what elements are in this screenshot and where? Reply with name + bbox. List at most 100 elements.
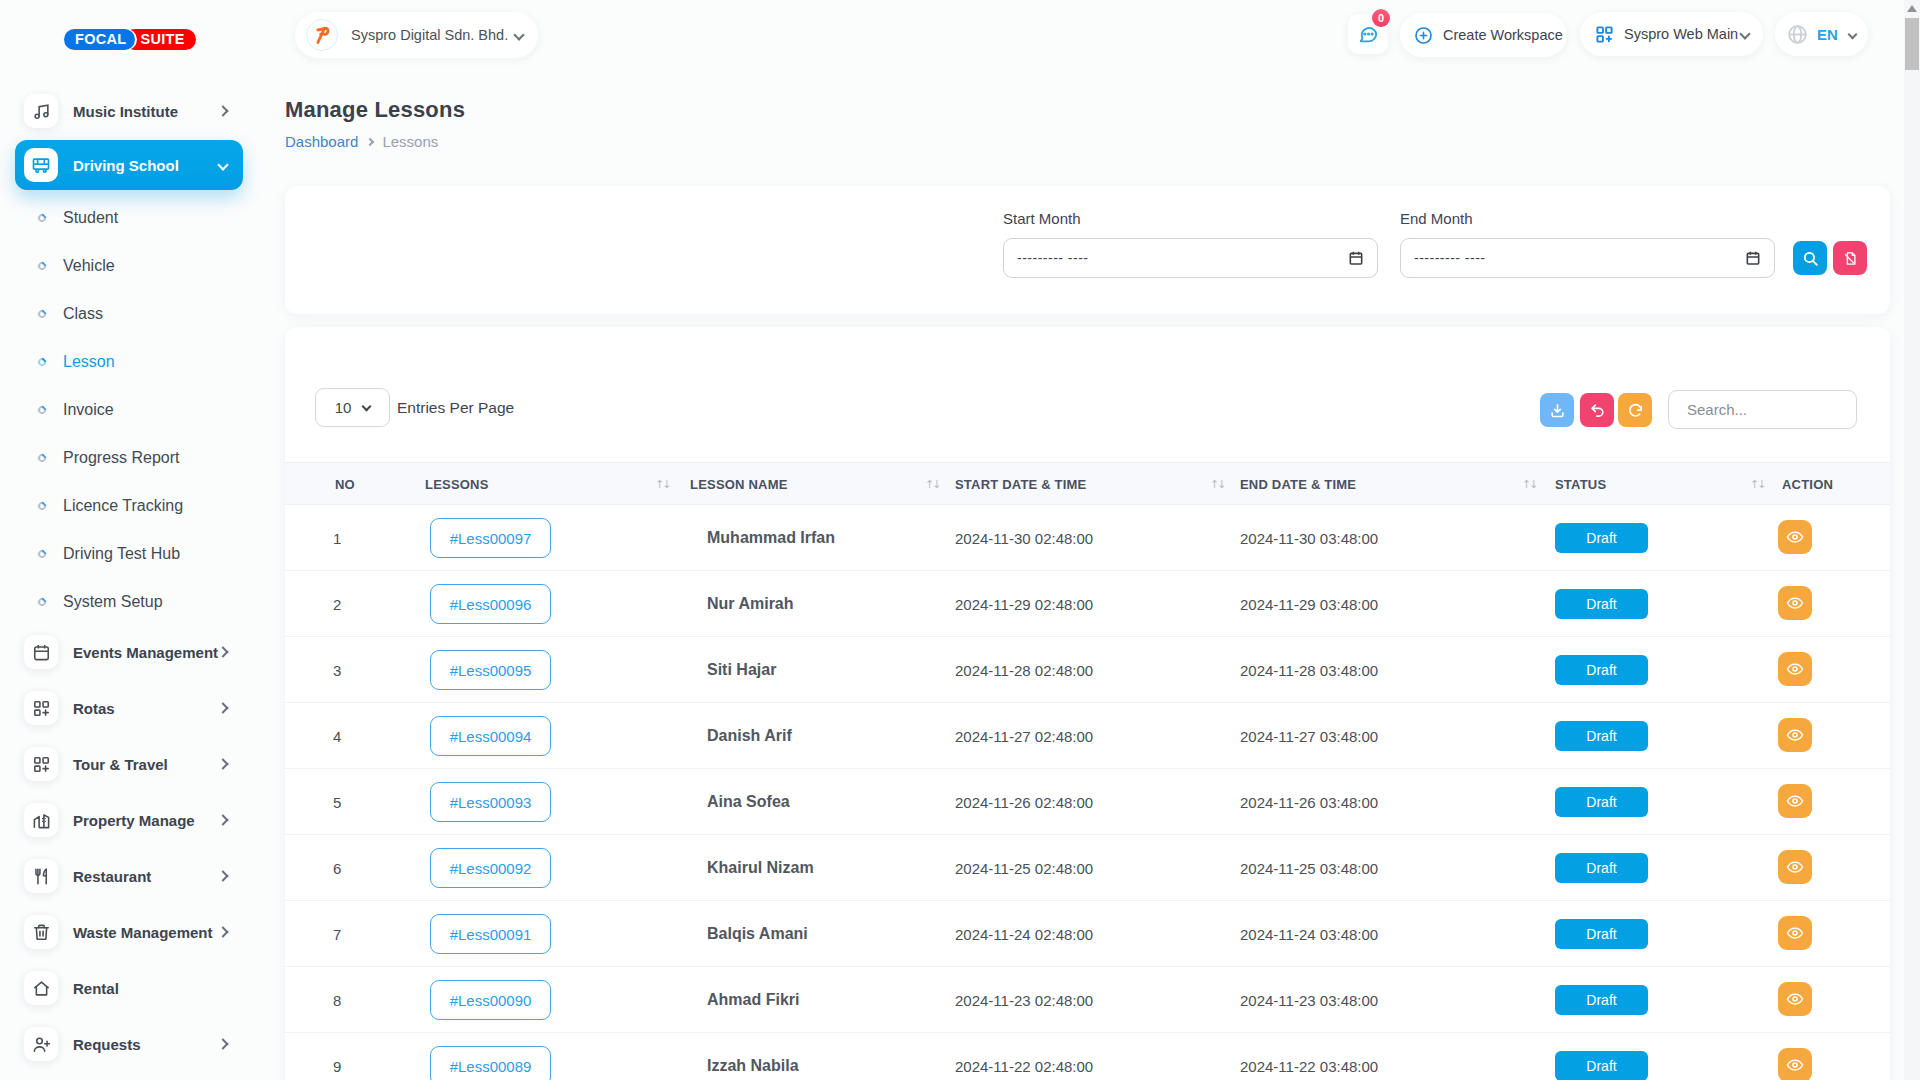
breadcrumb-dashboard-link[interactable]: Dashboard — [285, 133, 358, 150]
calendar-icon — [1745, 250, 1761, 266]
scrollbar-up-arrow-icon[interactable] — [1907, 5, 1917, 12]
eye-icon — [1786, 990, 1804, 1008]
sidebar-item-rotas[interactable]: Rotas — [15, 683, 243, 733]
sort-icon[interactable]: ↑↓ — [655, 463, 669, 506]
column-header-start-date-time[interactable]: START DATE & TIME — [955, 463, 1086, 506]
cell-end-date: 2024-11-24 03:48:00 — [1240, 901, 1378, 967]
sort-icon[interactable]: ↑↓ — [1522, 463, 1536, 506]
column-header-end-date-time[interactable]: END DATE & TIME — [1240, 463, 1356, 506]
music-note-icon — [24, 94, 58, 128]
cell-end-date: 2024-11-26 03:48:00 — [1240, 769, 1378, 835]
end-month-input[interactable]: --------- ---- — [1400, 238, 1775, 278]
status-dot-icon — [36, 404, 47, 415]
sidebar-item-events-management[interactable]: Events Management — [15, 627, 243, 677]
sidebar-subitem-vehicle[interactable]: Vehicle — [0, 252, 258, 280]
app-switcher[interactable]: Syspro Web Main — [1580, 12, 1763, 56]
refresh-icon — [1627, 402, 1644, 419]
lesson-id-button[interactable]: #Less00090 — [430, 980, 551, 1020]
sidebar-item-music-institute[interactable]: Music Institute — [15, 86, 243, 136]
column-header-lessons[interactable]: LESSONS — [425, 463, 489, 506]
view-action-button[interactable] — [1778, 586, 1812, 620]
sort-icon[interactable]: ↑↓ — [925, 463, 939, 506]
cell-lesson-name: Ahmad Fikri — [707, 967, 799, 1033]
entries-per-page-select[interactable]: 10 — [315, 388, 390, 427]
status-badge: Draft — [1555, 919, 1648, 949]
sidebar-item-property-manage[interactable]: Property Manage — [15, 795, 243, 845]
sidebar-subitem-driving-test-hub[interactable]: Driving Test Hub — [0, 540, 258, 568]
trash-icon — [24, 915, 58, 949]
breadcrumb: Dashboard Lessons — [285, 133, 438, 150]
grid-plus-icon — [24, 691, 58, 725]
cell-end-date: 2024-11-22 03:48:00 — [1240, 1033, 1378, 1080]
lesson-id-button[interactable]: #Less00094 — [430, 716, 551, 756]
sidebar-item-driving-school[interactable]: Driving School — [15, 140, 243, 190]
cell-lesson-name: Nur Amirah — [707, 571, 794, 637]
refresh-button[interactable] — [1618, 393, 1652, 427]
sidebar-item-requests[interactable]: Requests — [15, 1019, 243, 1069]
table-row: 2 #Less00096 Nur Amirah 2024-11-29 02:48… — [285, 571, 1890, 637]
lesson-id-button[interactable]: #Less00091 — [430, 914, 551, 954]
status-badge: Draft — [1555, 589, 1648, 619]
view-action-button[interactable] — [1778, 652, 1812, 686]
cell-start-date: 2024-11-24 02:48:00 — [955, 901, 1093, 967]
sidebar-subitem-class[interactable]: Class — [0, 300, 258, 328]
sidebar-subitem-lesson[interactable]: Lesson — [0, 348, 258, 376]
eye-icon — [1786, 660, 1804, 678]
language-selector[interactable]: EN — [1775, 12, 1868, 56]
cell-lesson-name: Izzah Nabila — [707, 1033, 799, 1080]
create-workspace-label: Create Workspace — [1443, 27, 1563, 43]
view-action-button[interactable] — [1778, 850, 1812, 884]
end-month-label: End Month — [1400, 210, 1473, 227]
cell-start-date: 2024-11-27 02:48:00 — [955, 703, 1093, 769]
chat-badge: 0 — [1372, 9, 1390, 27]
workspace-logo-icon — [306, 19, 338, 51]
lesson-id-button[interactable]: #Less00093 — [430, 782, 551, 822]
column-header-lesson-name[interactable]: LESSON NAME — [690, 463, 788, 506]
view-action-button[interactable] — [1778, 916, 1812, 950]
cell-no: 2 — [333, 571, 341, 637]
table-row: 5 #Less00093 Aina Sofea 2024-11-26 02:48… — [285, 769, 1890, 835]
export-button[interactable] — [1540, 393, 1574, 427]
cell-start-date: 2024-11-30 02:48:00 — [955, 505, 1093, 571]
sidebar-subitem-invoice[interactable]: Invoice — [0, 396, 258, 424]
view-action-button[interactable] — [1778, 784, 1812, 818]
scrollbar-thumb[interactable] — [1905, 18, 1919, 70]
sidebar-item-tour-travel[interactable]: Tour & Travel — [15, 739, 243, 789]
lesson-id-button[interactable]: #Less00089 — [430, 1046, 551, 1080]
filter-search-button[interactable] — [1793, 241, 1827, 275]
workspace-selector[interactable]: Syspro Digital Sdn. Bhd. — [295, 12, 538, 58]
sort-icon[interactable]: ↑↓ — [1210, 463, 1224, 506]
column-header-no: NO — [335, 463, 355, 506]
sidebar-item-waste-management[interactable]: Waste Management — [15, 907, 243, 957]
lesson-id-button[interactable]: #Less00096 — [430, 584, 551, 624]
view-action-button[interactable] — [1778, 520, 1812, 554]
column-header-status[interactable]: STATUS — [1555, 463, 1606, 506]
filter-clear-button[interactable] — [1833, 241, 1867, 275]
view-action-button[interactable] — [1778, 718, 1812, 752]
cell-start-date: 2024-11-25 02:48:00 — [955, 835, 1093, 901]
table-header: NO LESSONS ↑↓ LESSON NAME ↑↓ START DATE & TIM… — [285, 462, 1890, 505]
status-dot-icon — [36, 308, 47, 319]
status-badge: Draft — [1555, 721, 1648, 751]
sort-icon[interactable]: ↑↓ — [1750, 463, 1764, 506]
sidebar-subitem-licence-tracking[interactable]: Licence Tracking — [0, 492, 258, 520]
lesson-id-button[interactable]: #Less00095 — [430, 650, 551, 690]
view-action-button[interactable] — [1778, 982, 1812, 1016]
sidebar-subitem-progress-report[interactable]: Progress Report — [0, 444, 258, 472]
start-month-input[interactable]: --------- ---- — [1003, 238, 1378, 278]
plus-circle-icon — [1414, 26, 1433, 45]
lesson-id-button[interactable]: #Less00097 — [430, 518, 551, 558]
sidebar-subitem-system-setup[interactable]: System Setup — [0, 588, 258, 616]
sidebar-subitem-student[interactable]: Student — [0, 204, 258, 232]
cell-no: 8 — [333, 967, 341, 1033]
table-search-input[interactable]: Search... — [1668, 390, 1857, 429]
sidebar-item-rental[interactable]: Rental — [15, 963, 243, 1013]
column-header-action: ACTION — [1782, 463, 1833, 506]
undo-button[interactable] — [1580, 393, 1614, 427]
view-action-button[interactable] — [1778, 1048, 1812, 1080]
lesson-id-button[interactable]: #Less00092 — [430, 848, 551, 888]
clear-filter-icon — [1843, 251, 1858, 266]
page-scrollbar[interactable] — [1904, 0, 1920, 1080]
sidebar-item-restaurant[interactable]: Restaurant — [15, 851, 243, 901]
create-workspace-button[interactable]: Create Workspace — [1400, 13, 1567, 57]
